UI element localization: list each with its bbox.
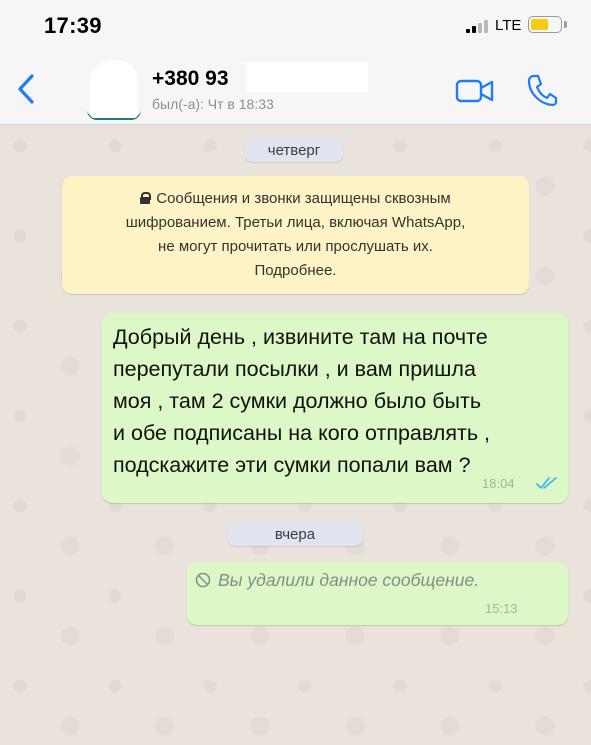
signal-strength-icon bbox=[466, 19, 488, 33]
contact-name[interactable]: +380 93 bbox=[152, 67, 229, 91]
status-bar: 17:39 LTE bbox=[0, 0, 591, 50]
back-button[interactable] bbox=[12, 72, 42, 106]
whatsapp-chat-screen: 17:39 LTE +380 93 был(-а): Чт в 18:33 че… bbox=[0, 0, 591, 745]
chat-header: +380 93 был(-а): Чт в 18:33 bbox=[0, 50, 591, 125]
date-separator-thursday: четверг bbox=[245, 138, 343, 162]
learn-more-link[interactable]: Подробнее. bbox=[76, 259, 515, 283]
message-line: перепутали посылки , и вам пришла bbox=[113, 357, 476, 381]
date-separator-yesterday: вчера bbox=[227, 522, 363, 546]
battery-icon bbox=[528, 16, 562, 33]
message-text: Добрый день , извините там на почте пере… bbox=[113, 321, 553, 481]
encryption-text-1: Сообщения и звонки защищены сквозным bbox=[156, 190, 451, 207]
last-seen-status: был(-а): Чт в 18:33 bbox=[152, 96, 274, 112]
status-time: 17:39 bbox=[44, 13, 102, 38]
deleted-message-text: Вы удалили данное сообщение. bbox=[218, 570, 480, 590]
message-timestamp: 15:13 bbox=[485, 601, 518, 616]
phone-icon bbox=[527, 74, 558, 107]
outgoing-message-bubble[interactable]: Добрый день , извините там на почте пере… bbox=[102, 313, 568, 503]
message-line: Добрый день , извините там на почте bbox=[113, 325, 488, 349]
encryption-notice-line-2: шифрованием. Третьи лица, включая WhatsA… bbox=[125, 214, 466, 231]
video-call-button[interactable] bbox=[455, 77, 495, 105]
double-check-icon bbox=[536, 477, 557, 489]
encryption-notice-line-1: Сообщения и звонки защищены сквозным bbox=[76, 187, 515, 211]
message-timestamp: 18:04 bbox=[482, 476, 515, 491]
chevron-left-icon bbox=[18, 74, 34, 104]
deleted-message-bubble[interactable]: Вы удалили данное сообщение. 15:13 bbox=[187, 562, 568, 625]
battery-level bbox=[531, 19, 548, 30]
message-line: моя , там 2 сумки должно было быть bbox=[113, 389, 482, 413]
avatar[interactable] bbox=[90, 60, 138, 118]
encryption-notice-line-3: не могут прочитать или прослушать их. bbox=[158, 238, 433, 255]
lock-icon bbox=[140, 192, 152, 204]
battery-tip bbox=[564, 21, 567, 28]
video-camera-icon bbox=[455, 79, 494, 103]
prohibited-icon bbox=[195, 572, 211, 588]
audio-call-button[interactable] bbox=[526, 73, 558, 107]
network-type: LTE bbox=[495, 17, 522, 34]
chat-area[interactable]: четверг Сообщения и звонки защищены скво… bbox=[0, 126, 591, 745]
message-line: и обе подписаны на кого отправлять , bbox=[113, 421, 490, 445]
redaction-mask bbox=[246, 62, 368, 92]
encryption-notice[interactable]: Сообщения и звонки защищены сквозным шиф… bbox=[62, 176, 529, 294]
